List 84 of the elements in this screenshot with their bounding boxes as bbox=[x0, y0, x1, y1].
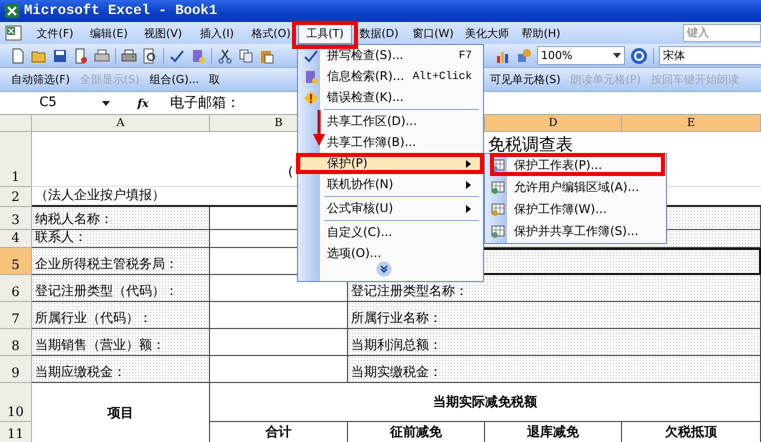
copy-icon[interactable] bbox=[238, 48, 254, 64]
menu-item[interactable]: 格式(O) bbox=[244, 22, 298, 44]
zoom-dropdown[interactable]: 100% bbox=[537, 46, 625, 65]
column-header[interactable]: E bbox=[622, 115, 761, 132]
row-header[interactable]: 4 bbox=[0, 230, 32, 248]
table-cell: 联系人： bbox=[32, 230, 210, 248]
menu-item[interactable]: 窗口(W) bbox=[406, 22, 460, 44]
drawing-tool-icon[interactable] bbox=[516, 48, 532, 64]
row-header[interactable]: 10 bbox=[0, 383, 32, 422]
table-cell: 当期销售（营业）额： bbox=[32, 329, 210, 356]
table-cell: 登记注册类型（代码）： bbox=[32, 275, 210, 302]
document-icon[interactable] bbox=[10, 48, 26, 64]
cell-text: ( bbox=[288, 165, 294, 180]
scissors-icon[interactable] bbox=[217, 48, 233, 64]
menu-item[interactable]: 错误检查(K)... bbox=[300, 87, 481, 108]
row-header[interactable]: 11 bbox=[0, 422, 32, 442]
table-cell: 纳税人名称： bbox=[32, 207, 210, 230]
table-header-cell: 项目 bbox=[32, 383, 210, 442]
help-search-field[interactable]: 键入 bbox=[683, 24, 761, 42]
function-button[interactable]: fx bbox=[116, 96, 170, 110]
menu-item[interactable]: 保护工作表(P)... bbox=[487, 154, 664, 176]
table-cell: 当期实缴税金： bbox=[348, 356, 761, 383]
expand-icon[interactable] bbox=[376, 261, 392, 277]
row-header[interactable]: 2 bbox=[0, 187, 32, 207]
table-cell: 当期利润总额： bbox=[348, 329, 761, 356]
table-cell: 登记注册类型名称： bbox=[348, 275, 761, 302]
sheet-icon bbox=[490, 179, 506, 195]
toolbar-button[interactable]: 组合(G)... bbox=[144, 72, 204, 87]
table-cell: 所属行业（代码）： bbox=[32, 302, 210, 329]
row-header[interactable]: 3 bbox=[0, 207, 32, 230]
column-header[interactable]: D bbox=[485, 115, 622, 132]
printer-icon[interactable] bbox=[94, 48, 110, 64]
menu-item[interactable]: 信息检索(R)... Alt+Click bbox=[300, 66, 481, 87]
menu-item[interactable]: 共享工作簿(B)... bbox=[300, 132, 481, 153]
toolbar-button[interactable]: 可见单元格(S) bbox=[485, 72, 566, 87]
menu-item[interactable]: 拼写检查(S)... F7 bbox=[300, 45, 481, 66]
formula-field[interactable]: 电子邮箱： bbox=[170, 94, 240, 112]
table-cell: 当期应缴税金： bbox=[32, 356, 210, 383]
warning-icon bbox=[303, 90, 319, 106]
menu-item[interactable]: 文件(F) bbox=[28, 22, 82, 44]
menu-item[interactable]: 视图(V) bbox=[136, 22, 190, 44]
annotation-arrow bbox=[313, 110, 325, 146]
book-icon[interactable] bbox=[190, 48, 206, 64]
spreadsheet-icon bbox=[4, 3, 20, 19]
menu-item[interactable]: 美化大师 bbox=[460, 22, 514, 44]
sheet-icon bbox=[490, 223, 506, 239]
row-header[interactable]: 8 bbox=[0, 329, 32, 356]
table-cell: 企业所得税主管税务局： bbox=[32, 248, 210, 275]
table-header-cell: 欠税抵顶 bbox=[622, 422, 761, 442]
toolbar-button[interactable]: 取 bbox=[204, 72, 226, 87]
menu-item[interactable]: 数据(D) bbox=[352, 22, 406, 44]
menu-item[interactable]: 选项(O)... bbox=[300, 243, 481, 264]
caret-icon[interactable] bbox=[102, 100, 110, 106]
row-header[interactable]: 7 bbox=[0, 302, 32, 329]
column-header[interactable]: A bbox=[32, 115, 210, 132]
magnifier-icon[interactable] bbox=[142, 48, 158, 64]
table-header-cell: 退库减免 bbox=[485, 422, 622, 442]
spreadsheet-icon[interactable] bbox=[4, 24, 24, 42]
help-icon[interactable] bbox=[630, 46, 648, 64]
row-header[interactable]: 6 bbox=[0, 275, 32, 302]
menu-item[interactable]: 帮助(H) bbox=[514, 22, 568, 44]
sheet-title: 免税调查表 bbox=[488, 134, 573, 156]
toolbar-button[interactable]: 自动筛选(F) bbox=[6, 72, 75, 87]
table-cell: 所属行业名称： bbox=[348, 302, 761, 329]
row-header[interactable]: 5 bbox=[0, 248, 32, 275]
window-title: Microsoft Excel - Book1 bbox=[24, 3, 218, 19]
caret-icon bbox=[613, 53, 621, 58]
check-icon[interactable] bbox=[169, 48, 185, 64]
sheet-icon bbox=[490, 201, 506, 217]
row-header[interactable]: 1 bbox=[0, 132, 32, 187]
menu-item[interactable]: 自定义(C)... bbox=[300, 222, 481, 243]
menu-item[interactable]: 保护并共享工作簿(S)... bbox=[487, 220, 664, 242]
row-header[interactable]: 9 bbox=[0, 356, 32, 383]
font-dropdown[interactable]: 宋体 bbox=[659, 46, 761, 65]
table-header-cell: 当期实际减免税额 bbox=[210, 383, 761, 422]
document-icon[interactable] bbox=[73, 48, 89, 64]
table-header-cell: 合计 bbox=[210, 422, 348, 442]
check-icon bbox=[303, 48, 319, 64]
table-header-cell: 征前减免 bbox=[348, 422, 485, 442]
book-icon bbox=[303, 68, 319, 84]
printer-icon[interactable] bbox=[121, 48, 137, 64]
menu-item[interactable]: 编辑(E) bbox=[82, 22, 136, 44]
annotation-frame bbox=[292, 21, 358, 49]
menu-item[interactable]: 插入(I) bbox=[190, 22, 244, 44]
